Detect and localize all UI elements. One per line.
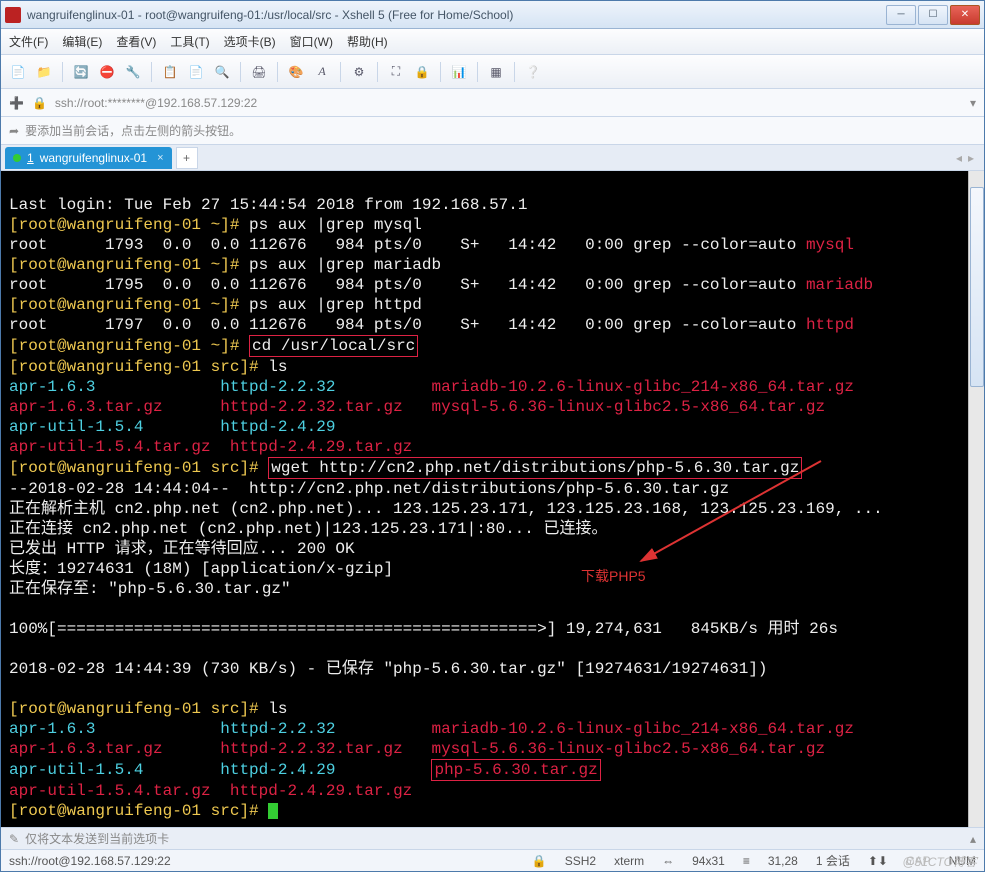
find-icon[interactable]: 🔍 bbox=[211, 61, 233, 83]
menu-tools[interactable]: 工具(T) bbox=[170, 33, 209, 50]
print-icon[interactable]: 🖨 bbox=[248, 61, 270, 83]
cursor bbox=[268, 803, 278, 819]
menu-tab[interactable]: 选项卡(B) bbox=[224, 33, 276, 50]
status-pos: 31,28 bbox=[768, 854, 798, 868]
titlebar: wangruifenglinux-01 - root@wangruifeng-0… bbox=[1, 1, 984, 29]
bookmark-icon[interactable]: ➕ bbox=[9, 96, 24, 110]
annotation-label: 下载PHP5 bbox=[581, 566, 646, 586]
script-icon[interactable]: ⚙ bbox=[348, 61, 370, 83]
status-dot-icon bbox=[13, 154, 21, 162]
menu-view[interactable]: 查看(V) bbox=[116, 33, 156, 50]
tab-add-button[interactable]: + bbox=[176, 147, 198, 169]
menu-window[interactable]: 窗口(W) bbox=[290, 33, 333, 50]
status-pos-icon: ≡ bbox=[743, 854, 750, 868]
scrollbar-thumb[interactable] bbox=[970, 187, 984, 387]
disconnect-icon[interactable]: ⛔ bbox=[96, 61, 118, 83]
menu-help[interactable]: 帮助(H) bbox=[347, 33, 388, 50]
status-size: 94x31 bbox=[692, 854, 725, 868]
session-tab[interactable]: 1 wangruifenglinux-01 × bbox=[5, 147, 172, 169]
lock-icon[interactable]: 🔒 bbox=[411, 61, 433, 83]
terminal[interactable]: Last login: Tue Feb 27 15:44:54 2018 fro… bbox=[1, 171, 984, 827]
status-size-icon: ⇔ bbox=[662, 854, 674, 868]
toolbar: 📄 📁 🔄 ⛔ 🔧 📋 📄 🔍 🖨 🎨 A ⚙ ⛶ 🔒 📊 ▦ ❔ bbox=[1, 55, 984, 89]
app-icon bbox=[5, 7, 21, 23]
hint-text: 要添加当前会话，点击左侧的箭头按钮。 bbox=[25, 122, 241, 139]
terminal-scrollbar[interactable] bbox=[968, 171, 984, 827]
status-lock-icon: 🔒 bbox=[532, 854, 547, 868]
status-addr: ssh://root@192.168.57.129:22 bbox=[9, 854, 171, 868]
reconnect-icon[interactable]: 🔄 bbox=[70, 61, 92, 83]
fullscreen-icon[interactable]: ⛶ bbox=[385, 61, 407, 83]
tab-next-icon[interactable]: ▸ bbox=[968, 151, 974, 165]
send-text[interactable]: 仅将文本发送到当前选项卡 bbox=[25, 830, 169, 847]
lock-addr-icon: 🔒 bbox=[32, 96, 47, 110]
copy-icon[interactable]: 📋 bbox=[159, 61, 181, 83]
tab-close-icon[interactable]: × bbox=[157, 152, 163, 164]
transfer-icon[interactable]: 📊 bbox=[448, 61, 470, 83]
menu-file[interactable]: 文件(F) bbox=[9, 33, 48, 50]
addr-dropdown-icon[interactable]: ▾ bbox=[970, 96, 976, 110]
watermark: @51CTO博客 bbox=[902, 853, 977, 870]
status-ssh: SSH2 bbox=[565, 854, 596, 868]
hint-bar: ➦ 要添加当前会话，点击左侧的箭头按钮。 bbox=[1, 117, 984, 145]
status-bar: ssh://root@192.168.57.129:22 🔒 SSH2 xter… bbox=[1, 849, 984, 871]
font-icon[interactable]: A bbox=[311, 61, 333, 83]
menu-edit[interactable]: 编辑(E) bbox=[62, 33, 102, 50]
color-icon[interactable]: 🎨 bbox=[285, 61, 307, 83]
send-menu-icon[interactable]: ▴ bbox=[970, 832, 976, 846]
minimize-button[interactable]: ─ bbox=[886, 5, 916, 25]
open-icon[interactable]: 📁 bbox=[33, 61, 55, 83]
close-button[interactable]: ✕ bbox=[950, 5, 980, 25]
address-bar: ➕ 🔒 ssh://root:********@192.168.57.129:2… bbox=[1, 89, 984, 117]
menubar: 文件(F) 编辑(E) 查看(V) 工具(T) 选项卡(B) 窗口(W) 帮助(… bbox=[1, 29, 984, 55]
properties-icon[interactable]: 🔧 bbox=[122, 61, 144, 83]
tab-number: 1 bbox=[27, 151, 34, 165]
status-sessions: 1 会话 bbox=[816, 852, 850, 869]
paste-icon[interactable]: 📄 bbox=[185, 61, 207, 83]
new-session-icon[interactable]: 📄 bbox=[7, 61, 29, 83]
tab-bar: 1 wangruifenglinux-01 × + ◂ ▸ bbox=[1, 145, 984, 171]
send-bar: ✎ 仅将文本发送到当前选项卡 ▴ bbox=[1, 827, 984, 849]
hint-arrow-icon[interactable]: ➦ bbox=[9, 124, 19, 138]
send-icon[interactable]: ✎ bbox=[9, 832, 19, 846]
tab-label: wangruifenglinux-01 bbox=[40, 151, 147, 165]
status-term: xterm bbox=[614, 854, 644, 868]
tab-prev-icon[interactable]: ◂ bbox=[956, 151, 962, 165]
address-text[interactable]: ssh://root:********@192.168.57.129:22 bbox=[55, 96, 962, 110]
window-title: wangruifenglinux-01 - root@wangruifeng-0… bbox=[27, 8, 884, 22]
help-icon[interactable]: ❔ bbox=[522, 61, 544, 83]
layout-icon[interactable]: ▦ bbox=[485, 61, 507, 83]
status-net-icon: ⬆⬇ bbox=[868, 854, 888, 868]
maximize-button[interactable]: ☐ bbox=[918, 5, 948, 25]
